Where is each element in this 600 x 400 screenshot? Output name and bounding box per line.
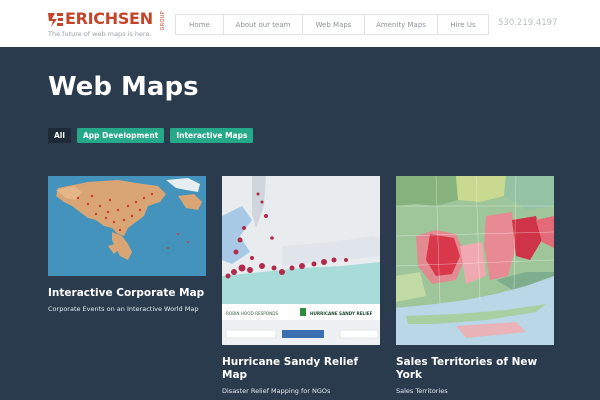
filter-all[interactable]: All bbox=[48, 128, 71, 143]
card-title[interactable]: Sales Territories of New York bbox=[396, 356, 546, 382]
nav-item-about[interactable]: About our team bbox=[224, 15, 303, 34]
filter-interactive-maps[interactable]: Interactive Maps bbox=[170, 128, 254, 143]
main-nav: Home About our team Web Maps Amenity Map… bbox=[175, 14, 489, 35]
logo-icon bbox=[48, 13, 63, 27]
territory-map-thumbnail[interactable] bbox=[396, 176, 554, 345]
brand-name: ERICHSEN bbox=[65, 9, 153, 28]
card-subtitle: Disaster Relief Mapping for NGOs bbox=[222, 387, 331, 395]
card-title[interactable]: Hurricane Sandy Relief Map bbox=[222, 356, 380, 382]
portfolio-card[interactable]: Sales Territories of New York Sales Terr… bbox=[396, 176, 554, 395]
brand-tagline: The future of web maps is here. bbox=[48, 30, 152, 38]
nav-item-web-maps[interactable]: Web Maps bbox=[303, 15, 365, 34]
banner-left: ROBIN HOOD RESPONDS bbox=[226, 311, 278, 316]
phone-number[interactable]: 530.219.4197 bbox=[498, 18, 557, 28]
card-title[interactable]: Interactive Corporate Map bbox=[48, 287, 206, 300]
portfolio-card[interactable]: Interactive Corporate Map Corporate Even… bbox=[48, 176, 206, 313]
portfolio-card[interactable]: ROBIN HOOD RESPONDS HURRICANE SANDY RELI… bbox=[222, 176, 380, 395]
world-map-thumbnail[interactable] bbox=[48, 176, 206, 276]
card-subtitle: Corporate Events on an Interactive World… bbox=[48, 305, 199, 313]
card-subtitle: Sales Territories bbox=[396, 387, 448, 395]
portfolio-filters: All App Development Interactive Maps bbox=[48, 128, 254, 143]
relief-map-thumbnail[interactable]: ROBIN HOOD RESPONDS HURRICANE SANDY RELI… bbox=[222, 176, 380, 345]
nav-item-amenity-maps[interactable]: Amenity Maps bbox=[365, 15, 438, 34]
nav-item-hire-us[interactable]: Hire Us bbox=[438, 15, 488, 34]
brand-group: GROUP bbox=[160, 11, 166, 31]
banner-right: HURRICANE SANDY RELIEF bbox=[310, 311, 373, 316]
brand-logo[interactable]: ERICHSEN GROUP The future of web maps is… bbox=[48, 10, 168, 40]
filter-app-development[interactable]: App Development bbox=[76, 128, 165, 143]
site-header: ERICHSEN GROUP The future of web maps is… bbox=[0, 0, 600, 47]
nav-item-home[interactable]: Home bbox=[176, 15, 224, 34]
page-title: Web Maps bbox=[48, 72, 199, 102]
